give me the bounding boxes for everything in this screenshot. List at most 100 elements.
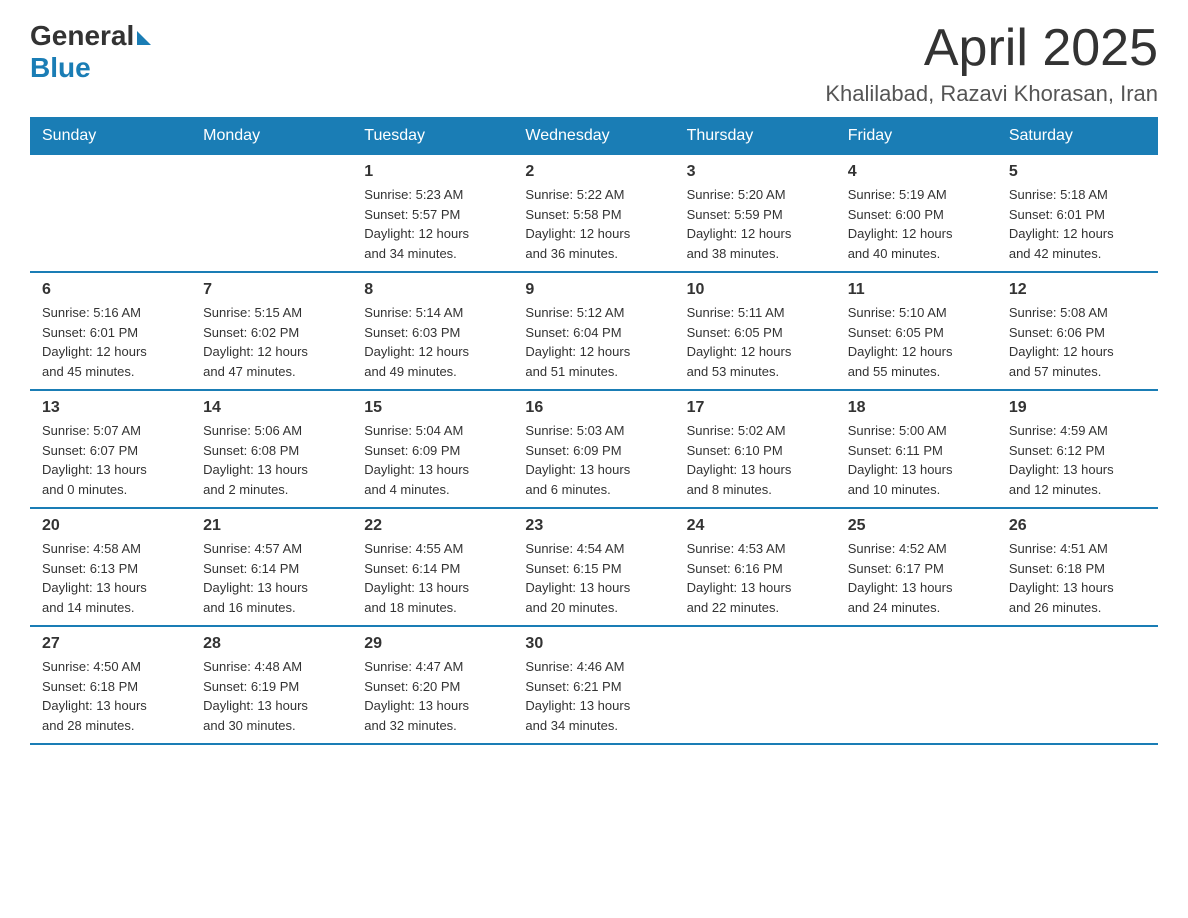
- day-info: Sunrise: 4:52 AM Sunset: 6:17 PM Dayligh…: [848, 539, 985, 617]
- day-info: Sunrise: 5:06 AM Sunset: 6:08 PM Dayligh…: [203, 421, 340, 499]
- day-number: 16: [525, 399, 662, 417]
- day-info: Sunrise: 4:58 AM Sunset: 6:13 PM Dayligh…: [42, 539, 179, 617]
- calendar-cell: 19 Sunrise: 4:59 AM Sunset: 6:12 PM Dayli…: [997, 390, 1158, 508]
- day-info: Sunrise: 4:53 AM Sunset: 6:16 PM Dayligh…: [687, 539, 824, 617]
- day-number: 23: [525, 517, 662, 535]
- weekday-header-saturday: Saturday: [997, 117, 1158, 155]
- logo-blue-text: Blue: [30, 52, 91, 84]
- calendar-cell: 6 Sunrise: 5:16 AM Sunset: 6:01 PM Daylig…: [30, 272, 191, 390]
- day-info: Sunrise: 5:02 AM Sunset: 6:10 PM Dayligh…: [687, 421, 824, 499]
- weekday-header-monday: Monday: [191, 117, 352, 155]
- day-info: Sunrise: 5:11 AM Sunset: 6:05 PM Dayligh…: [687, 303, 824, 381]
- calendar-cell: 2 Sunrise: 5:22 AM Sunset: 5:58 PM Daylig…: [513, 155, 674, 272]
- calendar-week-row: 6 Sunrise: 5:16 AM Sunset: 6:01 PM Daylig…: [30, 272, 1158, 390]
- day-number: 30: [525, 635, 662, 653]
- logo-arrow-icon: [137, 31, 151, 45]
- day-number: 17: [687, 399, 824, 417]
- day-info: Sunrise: 5:14 AM Sunset: 6:03 PM Dayligh…: [364, 303, 501, 381]
- day-number: 9: [525, 281, 662, 299]
- day-info: Sunrise: 4:51 AM Sunset: 6:18 PM Dayligh…: [1009, 539, 1146, 617]
- day-number: 29: [364, 635, 501, 653]
- day-info: Sunrise: 5:07 AM Sunset: 6:07 PM Dayligh…: [42, 421, 179, 499]
- calendar-cell: [836, 626, 997, 744]
- day-number: 18: [848, 399, 985, 417]
- day-info: Sunrise: 4:54 AM Sunset: 6:15 PM Dayligh…: [525, 539, 662, 617]
- day-number: 21: [203, 517, 340, 535]
- day-info: Sunrise: 5:16 AM Sunset: 6:01 PM Dayligh…: [42, 303, 179, 381]
- calendar-cell: 16 Sunrise: 5:03 AM Sunset: 6:09 PM Dayli…: [513, 390, 674, 508]
- calendar-cell: 7 Sunrise: 5:15 AM Sunset: 6:02 PM Daylig…: [191, 272, 352, 390]
- day-info: Sunrise: 5:00 AM Sunset: 6:11 PM Dayligh…: [848, 421, 985, 499]
- day-info: Sunrise: 4:57 AM Sunset: 6:14 PM Dayligh…: [203, 539, 340, 617]
- calendar-week-row: 20 Sunrise: 4:58 AM Sunset: 6:13 PM Dayli…: [30, 508, 1158, 626]
- day-info: Sunrise: 5:22 AM Sunset: 5:58 PM Dayligh…: [525, 185, 662, 263]
- day-number: 5: [1009, 163, 1146, 181]
- calendar-cell: 30 Sunrise: 4:46 AM Sunset: 6:21 PM Dayli…: [513, 626, 674, 744]
- month-title: April 2025: [825, 20, 1158, 77]
- weekday-header-sunday: Sunday: [30, 117, 191, 155]
- day-number: 8: [364, 281, 501, 299]
- calendar-cell: 17 Sunrise: 5:02 AM Sunset: 6:10 PM Dayli…: [675, 390, 836, 508]
- day-info: Sunrise: 5:18 AM Sunset: 6:01 PM Dayligh…: [1009, 185, 1146, 263]
- day-number: 13: [42, 399, 179, 417]
- calendar-cell: 23 Sunrise: 4:54 AM Sunset: 6:15 PM Dayli…: [513, 508, 674, 626]
- calendar-cell: 5 Sunrise: 5:18 AM Sunset: 6:01 PM Daylig…: [997, 155, 1158, 272]
- calendar-cell: [675, 626, 836, 744]
- day-info: Sunrise: 5:08 AM Sunset: 6:06 PM Dayligh…: [1009, 303, 1146, 381]
- day-info: Sunrise: 5:12 AM Sunset: 6:04 PM Dayligh…: [525, 303, 662, 381]
- day-number: 2: [525, 163, 662, 181]
- day-info: Sunrise: 5:10 AM Sunset: 6:05 PM Dayligh…: [848, 303, 985, 381]
- calendar-cell: 3Sunrise: 5:20 AM Sunset: 5:59 PM Daylig…: [675, 155, 836, 272]
- calendar-cell: 28 Sunrise: 4:48 AM Sunset: 6:19 PM Dayli…: [191, 626, 352, 744]
- calendar-cell: 15 Sunrise: 5:04 AM Sunset: 6:09 PM Dayli…: [352, 390, 513, 508]
- day-number: 22: [364, 517, 501, 535]
- calendar-cell: 27 Sunrise: 4:50 AM Sunset: 6:18 PM Dayli…: [30, 626, 191, 744]
- weekday-header-wednesday: Wednesday: [513, 117, 674, 155]
- day-info: Sunrise: 4:50 AM Sunset: 6:18 PM Dayligh…: [42, 657, 179, 735]
- calendar-cell: 10Sunrise: 5:11 AM Sunset: 6:05 PM Dayli…: [675, 272, 836, 390]
- day-info: Sunrise: 4:48 AM Sunset: 6:19 PM Dayligh…: [203, 657, 340, 735]
- location-title: Khalilabad, Razavi Khorasan, Iran: [825, 81, 1158, 107]
- day-number: 15: [364, 399, 501, 417]
- day-number: 24: [687, 517, 824, 535]
- calendar-cell: 21 Sunrise: 4:57 AM Sunset: 6:14 PM Dayli…: [191, 508, 352, 626]
- day-number: 6: [42, 281, 179, 299]
- day-number: 28: [203, 635, 340, 653]
- weekday-header-tuesday: Tuesday: [352, 117, 513, 155]
- day-number: 14: [203, 399, 340, 417]
- calendar-cell: 14 Sunrise: 5:06 AM Sunset: 6:08 PM Dayli…: [191, 390, 352, 508]
- weekday-header-friday: Friday: [836, 117, 997, 155]
- calendar-week-row: 13 Sunrise: 5:07 AM Sunset: 6:07 PM Dayli…: [30, 390, 1158, 508]
- day-info: Sunrise: 5:04 AM Sunset: 6:09 PM Dayligh…: [364, 421, 501, 499]
- day-number: 1: [364, 163, 501, 181]
- calendar-cell: 8 Sunrise: 5:14 AM Sunset: 6:03 PM Daylig…: [352, 272, 513, 390]
- day-number: 4: [848, 163, 985, 181]
- logo-general-text: General: [30, 20, 134, 52]
- day-number: 7: [203, 281, 340, 299]
- day-info: Sunrise: 5:03 AM Sunset: 6:09 PM Dayligh…: [525, 421, 662, 499]
- calendar-cell: 13 Sunrise: 5:07 AM Sunset: 6:07 PM Dayli…: [30, 390, 191, 508]
- calendar-cell: 11 Sunrise: 5:10 AM Sunset: 6:05 PM Dayli…: [836, 272, 997, 390]
- title-block: April 2025 Khalilabad, Razavi Khorasan, …: [825, 20, 1158, 107]
- day-info: Sunrise: 4:46 AM Sunset: 6:21 PM Dayligh…: [525, 657, 662, 735]
- calendar-cell: 29Sunrise: 4:47 AM Sunset: 6:20 PM Dayli…: [352, 626, 513, 744]
- calendar-cell: 24 Sunrise: 4:53 AM Sunset: 6:16 PM Dayli…: [675, 508, 836, 626]
- calendar-cell: [191, 155, 352, 272]
- day-number: 27: [42, 635, 179, 653]
- day-number: 26: [1009, 517, 1146, 535]
- calendar-cell: 26 Sunrise: 4:51 AM Sunset: 6:18 PM Dayli…: [997, 508, 1158, 626]
- day-info: Sunrise: 4:59 AM Sunset: 6:12 PM Dayligh…: [1009, 421, 1146, 499]
- day-number: 19: [1009, 399, 1146, 417]
- day-number: 12: [1009, 281, 1146, 299]
- weekday-header-row: SundayMondayTuesdayWednesdayThursdayFrid…: [30, 117, 1158, 155]
- logo: General Blue: [30, 20, 151, 84]
- day-info: Sunrise: 5:15 AM Sunset: 6:02 PM Dayligh…: [203, 303, 340, 381]
- calendar-week-row: 27 Sunrise: 4:50 AM Sunset: 6:18 PM Dayli…: [30, 626, 1158, 744]
- page-header: General Blue April 2025 Khalilabad, Raza…: [30, 20, 1158, 107]
- calendar-cell: 12 Sunrise: 5:08 AM Sunset: 6:06 PM Dayli…: [997, 272, 1158, 390]
- calendar-header: SundayMondayTuesdayWednesdayThursdayFrid…: [30, 117, 1158, 155]
- day-number: 20: [42, 517, 179, 535]
- day-info: Sunrise: 4:55 AM Sunset: 6:14 PM Dayligh…: [364, 539, 501, 617]
- day-number: 11: [848, 281, 985, 299]
- calendar-cell: [30, 155, 191, 272]
